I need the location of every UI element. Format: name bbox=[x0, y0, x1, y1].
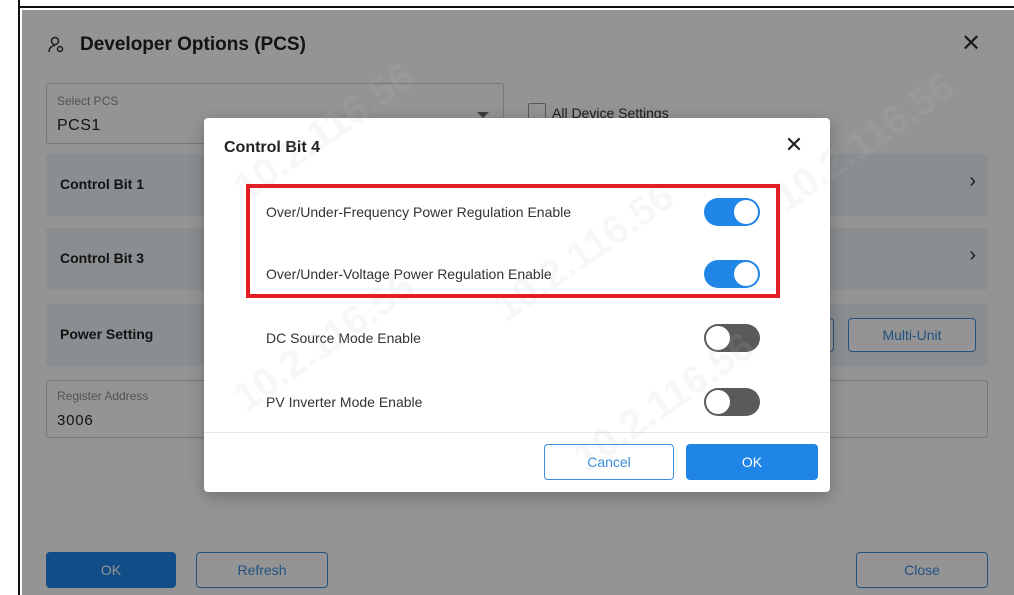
dialog-cancel-button[interactable]: Cancel bbox=[544, 444, 674, 480]
option-label: DC Source Mode Enable bbox=[266, 330, 421, 346]
option-label: Over/Under-Frequency Power Regulation En… bbox=[266, 204, 572, 220]
option-label: Over/Under-Voltage Power Regulation Enab… bbox=[266, 266, 552, 282]
option-row-dc-source-mode: DC Source Mode Enable bbox=[266, 324, 766, 354]
toggle-knob bbox=[734, 262, 758, 286]
dialog-close-icon[interactable]: ✕ bbox=[782, 133, 806, 157]
frame-left-border bbox=[0, 0, 20, 595]
dialog-body: Over/Under-Frequency Power Regulation En… bbox=[204, 174, 830, 432]
option-row-voltage-regulation: Over/Under-Voltage Power Regulation Enab… bbox=[266, 260, 766, 290]
option-label: PV Inverter Mode Enable bbox=[266, 394, 423, 410]
toggle-switch-on[interactable] bbox=[704, 260, 760, 288]
dialog-footer-divider bbox=[204, 432, 830, 433]
dialog-ok-button[interactable]: OK bbox=[686, 444, 818, 480]
frame-top-border bbox=[0, 0, 1014, 8]
toggle-switch-off[interactable] bbox=[704, 324, 760, 352]
toggle-switch-on[interactable] bbox=[704, 198, 760, 226]
dialog-title: Control Bit 4 bbox=[224, 139, 320, 156]
option-row-frequency-regulation: Over/Under-Frequency Power Regulation En… bbox=[266, 198, 766, 228]
toggle-switch-off[interactable] bbox=[704, 388, 760, 416]
control-bit-4-dialog: Control Bit 4 ✕ Over/Under-Frequency Pow… bbox=[204, 118, 830, 492]
toggle-knob bbox=[734, 200, 758, 224]
option-row-pv-inverter-mode: PV Inverter Mode Enable bbox=[266, 388, 766, 418]
toggle-knob bbox=[706, 390, 730, 414]
toggle-knob bbox=[706, 326, 730, 350]
